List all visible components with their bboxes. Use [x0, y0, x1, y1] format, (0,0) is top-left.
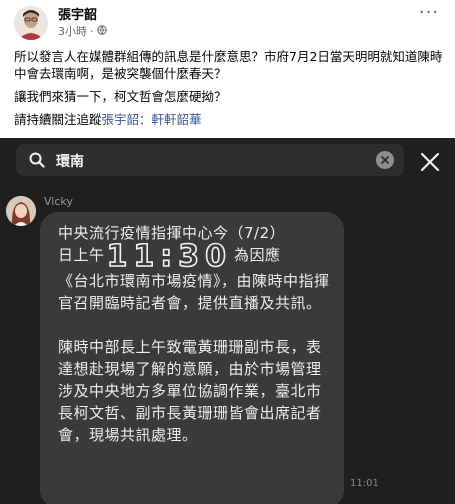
post-header: 張宇韶 3小時 · ··· — [0, 0, 455, 42]
post-meta: 3小時 · — [58, 23, 107, 39]
message-timestamp: 11:01 — [350, 478, 379, 489]
globe-icon — [96, 24, 107, 38]
message-body-2: 陳時中部長上午致電黃珊珊副市長，表達想赴現場了解的意願，由於市場管理涉及中央地方… — [58, 338, 322, 444]
search-input[interactable]: 環南 — [56, 151, 84, 171]
post-paragraph-2: 讓我們來猜一下，柯文哲會怎麼硬拗？ — [14, 89, 227, 104]
post-paragraph-3: 請持續關注追蹤張宇韶：軒軒韶華 — [14, 111, 444, 128]
message-prefix: 日上午 — [58, 246, 105, 264]
author-avatar[interactable] — [14, 6, 48, 40]
message-time-line: 日上午11:30 為因應 — [58, 239, 332, 274]
close-icon[interactable] — [418, 150, 442, 174]
author-name[interactable]: 張宇韶 — [58, 4, 97, 23]
post-text: 所以發言人在媒體群組傳的訊息是什麼意思？市府7月2日當天明明就知道陳時中會去環南… — [14, 48, 444, 134]
clear-search-icon[interactable] — [376, 151, 394, 169]
message-suffix: 為因應 — [234, 246, 281, 264]
post-paragraph-1: 所以發言人在媒體群組傳的訊息是什麼意思？市府7月2日當天明明就知道陳時中會去環南… — [14, 49, 443, 81]
search-bar[interactable]: 環南 — [16, 144, 404, 176]
sender-name: Vicky — [44, 195, 73, 208]
more-options-icon[interactable]: ··· — [417, 4, 441, 24]
message-body-1: 《台北市環南市場疫情》，由陳時中指揮官召開臨時記者會，提供直播及共訊。 — [58, 272, 330, 312]
post-time[interactable]: 3小時 — [58, 23, 87, 39]
sender-avatar[interactable] — [6, 196, 36, 226]
message-text: 中央流行疫情指揮中心今（7/2） 日上午11:30 為因應 《台北市環南市場疫情》… — [58, 222, 332, 446]
message-bubble: 中央流行疫情指揮中心今（7/2） 日上午11:30 為因應 《台北市環南市場疫情》… — [40, 212, 344, 504]
page-tag-link[interactable]: 張宇韶：軒軒韶華 — [102, 112, 202, 127]
big-time-text: 11:30 — [106, 239, 233, 274]
post-paragraph-3-prefix: 請持續關注追蹤 — [14, 112, 102, 127]
search-icon — [28, 151, 46, 169]
chat-screenshot: 環南 Vicky 中央流行疫情指揮中心今（7/2） 日上午11:30 為因應 《台… — [0, 138, 455, 504]
